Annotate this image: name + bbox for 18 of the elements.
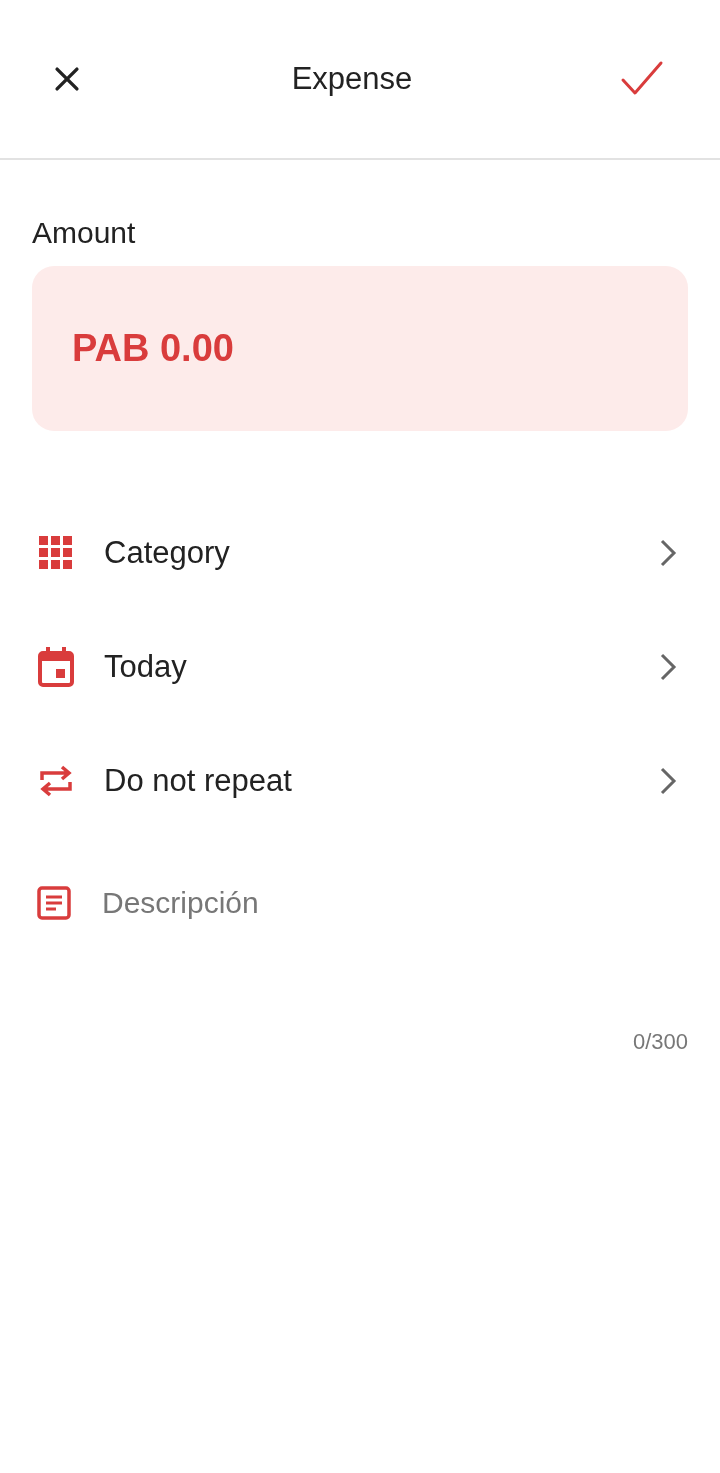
- grid-icon: [38, 536, 74, 570]
- notes-icon: [37, 886, 71, 920]
- calendar-icon: [38, 647, 74, 687]
- option-row[interactable]: Today: [0, 610, 720, 724]
- repeat-icon: [38, 764, 74, 798]
- chevron-right-icon: [658, 766, 678, 796]
- option-row[interactable]: Category: [0, 496, 720, 610]
- chevron-right-icon: [658, 538, 678, 568]
- description-field[interactable]: Descripción: [100, 885, 688, 921]
- amount-label: Amount: [32, 216, 137, 250]
- option-row[interactable]: Do not repeat: [0, 724, 720, 838]
- character-counter: 0/300: [632, 1029, 688, 1055]
- screen-title: Expense: [291, 61, 413, 97]
- option-label: Today: [104, 649, 188, 685]
- option-label: Do not repeat: [104, 763, 293, 799]
- amount-field[interactable]: PAB 0.00: [32, 266, 688, 431]
- option-label: Category: [104, 535, 231, 571]
- chevron-right-icon: [658, 652, 678, 682]
